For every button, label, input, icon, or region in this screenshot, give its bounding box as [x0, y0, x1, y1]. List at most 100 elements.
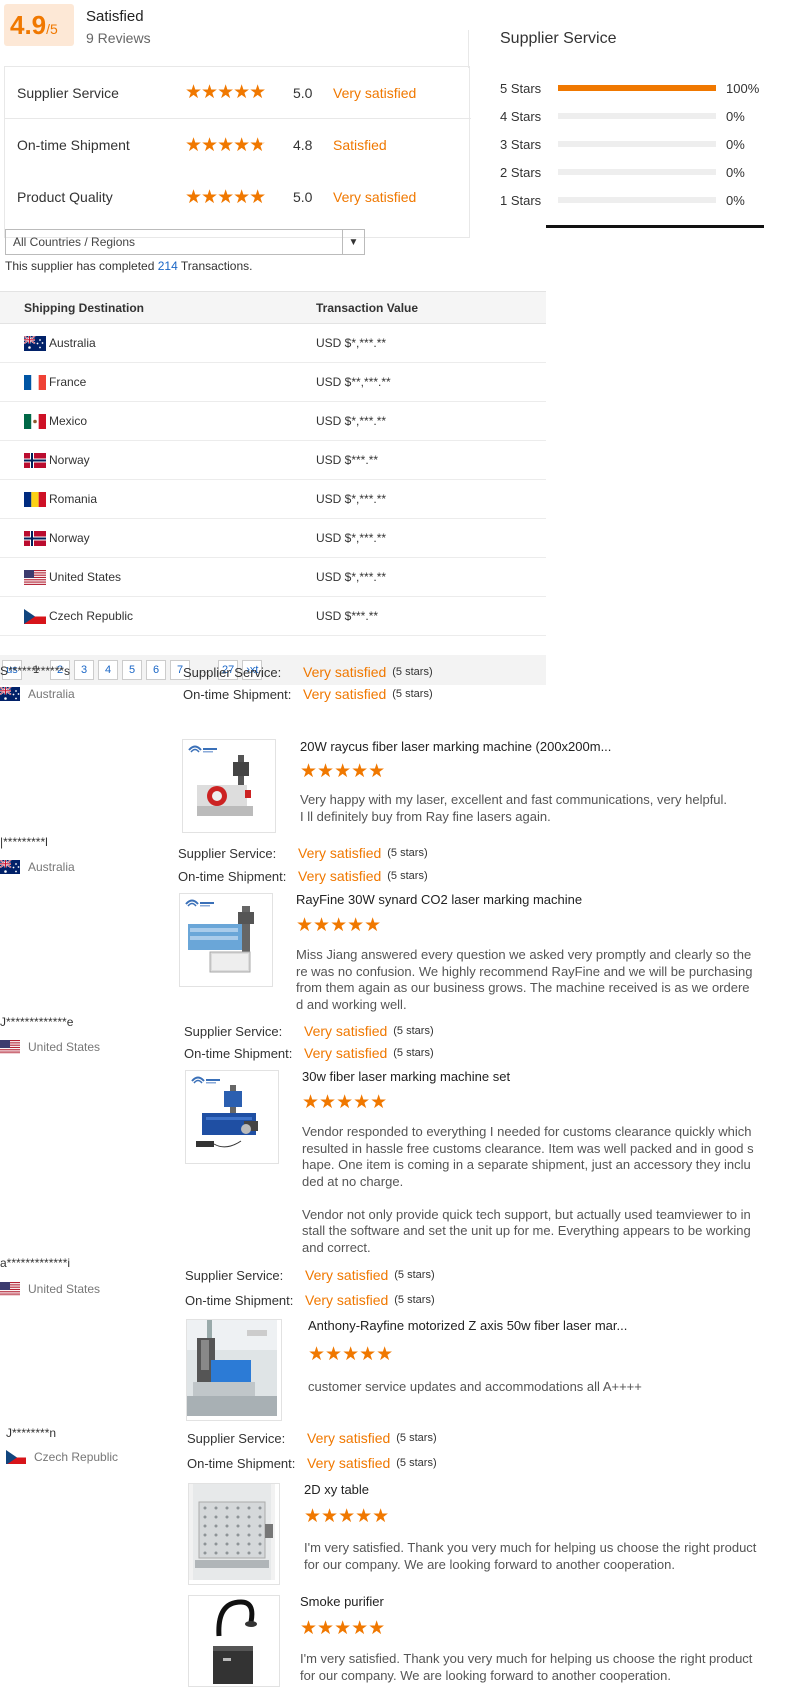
- supplier-service-rating: Supplier Service: Very satisfied (5 star…: [184, 1023, 434, 1039]
- on-time-shipment-value: Very satisfied: [307, 1455, 391, 1471]
- rating-label: Product Quality: [17, 189, 113, 205]
- product-thumbnail[interactable]: [182, 739, 276, 833]
- review-text: Vendor responded to everything I needed …: [302, 1124, 754, 1255]
- destination-country: Mexico: [49, 414, 88, 428]
- reviewer-country-name: Czech Republic: [34, 1450, 119, 1464]
- product-thumbnail[interactable]: [179, 893, 273, 987]
- review-text: I'm very satisfied. Thank you very much …: [300, 1651, 753, 1683]
- destination-cell: Australia: [0, 335, 316, 351]
- transaction-value: USD $*,***.**: [316, 492, 387, 506]
- table-row: Norway USD $***.**: [0, 441, 546, 480]
- transaction-value: USD $*,***.**: [316, 414, 387, 428]
- divider: [468, 30, 469, 68]
- page-6[interactable]: 6: [146, 660, 166, 680]
- region-select[interactable]: All Countries / Regions ▼: [5, 229, 365, 255]
- product-thumbnail[interactable]: [188, 1595, 280, 1687]
- table-row: Norway USD $*,***.**: [0, 519, 546, 558]
- rating-text: Very satisfied: [333, 84, 417, 101]
- breakdown-percent: 0%: [726, 164, 745, 180]
- breakdown-label: 2 Stars: [500, 164, 542, 180]
- breakdown-bar: [558, 85, 716, 91]
- no-flag-icon: [24, 452, 46, 468]
- breakdown-row: 5 Stars 100%: [500, 79, 770, 97]
- product-title-link[interactable]: 30w fiber laser marking machine set: [302, 1069, 510, 1084]
- breakdown-bar-fill: [558, 85, 716, 91]
- region-select-value: All Countries / Regions: [13, 235, 136, 249]
- stars-note: (5 stars): [394, 1294, 435, 1306]
- product-title-link[interactable]: Anthony-Rayfine motorized Z axis 50w fib…: [308, 1318, 627, 1333]
- on-time-shipment-value: Very satisfied: [304, 1045, 388, 1061]
- rating-score: 5.0: [293, 84, 313, 101]
- product-rating-stars: ★★★★★: [296, 914, 382, 936]
- au-flag-icon: [24, 335, 46, 351]
- transaction-value: USD $***.**: [316, 609, 379, 623]
- rating-row-on-time-shipment: On-time Shipment ★★★★★ 4.8 Satisfied: [5, 119, 471, 171]
- rating-stars: ★★★★★: [185, 185, 266, 208]
- destination-country: Norway: [49, 453, 90, 467]
- product-rating-stars: ★★★★★: [300, 760, 386, 782]
- breakdown-title: Supplier Service: [500, 30, 617, 47]
- product-thumbnail[interactable]: [185, 1070, 279, 1164]
- transactions-table: Shipping Destination Transaction Value A…: [0, 291, 546, 636]
- completed-count-link[interactable]: 214: [158, 259, 178, 273]
- stars-note: (5 stars): [392, 666, 433, 678]
- breakdown-percent: 0%: [726, 192, 745, 208]
- supplier-service-label: Supplier Service:: [187, 1430, 286, 1446]
- reviewer-country-name: Australia: [28, 687, 75, 701]
- destination-country: France: [49, 375, 87, 389]
- table-row: Australia USD $*,***.**: [0, 324, 546, 363]
- product-thumbnail[interactable]: [186, 1319, 282, 1421]
- reviewer-name: J*************e: [0, 1015, 74, 1029]
- column-header-value: Transaction Value: [316, 300, 419, 315]
- divider: [546, 225, 764, 228]
- breakdown-row: 3 Stars 0%: [500, 135, 770, 153]
- on-time-shipment-rating: On-time Shipment: Very satisfied (5 star…: [184, 1045, 434, 1061]
- stars-note: (5 stars): [387, 870, 428, 882]
- product-title-link[interactable]: 2D xy table: [304, 1482, 369, 1497]
- product-title-link[interactable]: RayFine 30W synard CO2 laser marking mac…: [296, 892, 582, 907]
- on-time-shipment-rating: On-time Shipment: Very satisfied (5 star…: [183, 686, 433, 702]
- on-time-shipment-value: Very satisfied: [305, 1292, 389, 1308]
- page-3[interactable]: 3: [74, 660, 94, 680]
- supplier-service-label: Supplier Service:: [185, 1267, 284, 1283]
- reviewer-country-name: United States: [28, 1282, 101, 1296]
- breakdown-percent: 0%: [726, 108, 745, 124]
- destination-cell: Czech Republic: [0, 608, 316, 624]
- breakdown-percent: 100%: [726, 80, 760, 96]
- transaction-value: USD $*,***.**: [316, 336, 387, 350]
- supplier-service-value: Very satisfied: [304, 1023, 388, 1039]
- breakdown-row: 1 Stars 0%: [500, 191, 770, 209]
- on-time-shipment-value: Very satisfied: [298, 868, 382, 884]
- page-4[interactable]: 4: [98, 660, 118, 680]
- destination-country: Australia: [49, 336, 96, 350]
- column-header-destination: Shipping Destination: [24, 300, 144, 315]
- rating-text: Very satisfied: [333, 189, 417, 205]
- breakdown-percent: 0%: [726, 136, 745, 152]
- supplier-service-rating: Supplier Service: Very satisfied (5 star…: [183, 664, 433, 680]
- stars-note: (5 stars): [393, 1047, 434, 1059]
- rating-stars: ★★★★★: [185, 133, 266, 156]
- on-time-shipment-value: Very satisfied: [303, 686, 387, 702]
- on-time-shipment-rating: On-time Shipment: Very satisfied (5 star…: [178, 868, 428, 884]
- supplier-service-rating: Supplier Service: Very satisfied (5 star…: [185, 1267, 435, 1283]
- product-title-link[interactable]: 20W raycus fiber laser marking machine (…: [300, 739, 611, 754]
- chevron-down-icon[interactable]: ▼: [342, 230, 364, 254]
- product-title-link[interactable]: Smoke purifier: [300, 1594, 384, 1609]
- rating-label: Supplier Service: [17, 84, 119, 101]
- on-time-shipment-label: On-time Shipment:: [178, 868, 287, 884]
- supplier-service-label: Supplier Service:: [184, 1023, 283, 1039]
- destination-country: Norway: [49, 531, 90, 545]
- destination-country: Romania: [49, 492, 98, 506]
- rating-score: 5.0: [293, 189, 313, 205]
- supplier-service-label: Supplier Service:: [183, 664, 282, 680]
- reviewer-name: S************s: [0, 664, 71, 678]
- table-row: Czech Republic USD $***.**: [0, 597, 546, 636]
- rating-row-supplier-service: Supplier Service ★★★★★ 5.0 Very satisfie…: [5, 67, 471, 119]
- completed-prefix: This supplier has completed: [5, 259, 158, 273]
- stars-note: (5 stars): [396, 1432, 437, 1444]
- page-5[interactable]: 5: [122, 660, 142, 680]
- product-thumbnail[interactable]: [188, 1483, 280, 1585]
- breakdown-row: 4 Stars 0%: [500, 107, 770, 125]
- reviewer-name: |*********l: [0, 835, 48, 849]
- on-time-shipment-rating: On-time Shipment: Very satisfied (5 star…: [187, 1455, 437, 1471]
